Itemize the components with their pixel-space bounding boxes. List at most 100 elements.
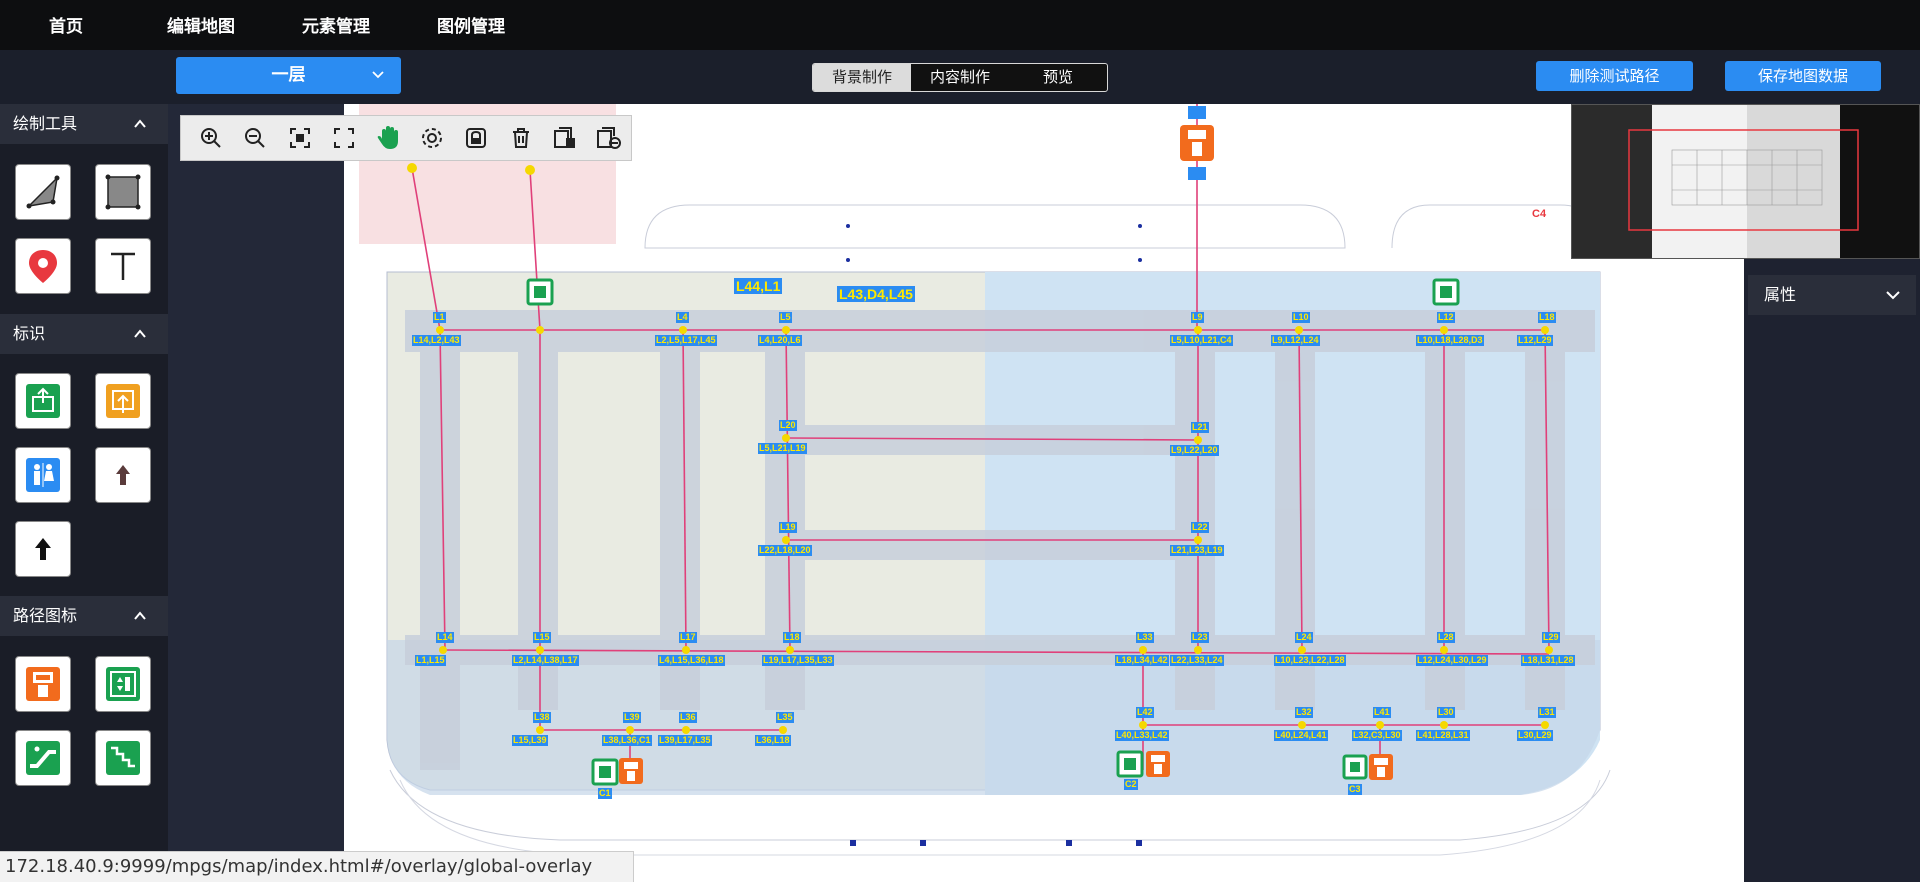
node-label: L5 <box>779 312 792 323</box>
elevator-icon <box>1180 125 1214 161</box>
node-sublabel: L18,L34,L42 <box>1115 655 1169 666</box>
label-c4: C4 <box>1532 208 1547 220</box>
path-lift[interactable] <box>95 656 151 712</box>
lift-icon <box>1432 278 1460 306</box>
layer-remove-button[interactable] <box>587 118 631 158</box>
tab-background[interactable]: 背景制作 <box>813 64 911 91</box>
label-l43-d4-l45: L43,D4,L45 <box>837 286 915 302</box>
marker-arrow-dark[interactable] <box>95 447 151 503</box>
node-sublabel: L10,L18,L28,D3 <box>1416 335 1484 346</box>
settings-button[interactable] <box>410 118 454 158</box>
delete-test-path-button[interactable]: 删除测试路径 <box>1536 61 1693 91</box>
marker-exit[interactable] <box>15 373 71 429</box>
zoom-out-button[interactable] <box>233 118 277 158</box>
node-sublabel: L1,L15 <box>415 655 446 666</box>
node-sublabel: L38,L36,C1 <box>602 735 652 746</box>
c4-bottom-tag <box>1188 167 1206 180</box>
properties-header[interactable]: 属性 <box>1748 275 1916 315</box>
node-sublabel: L30,L29 <box>1517 730 1553 741</box>
floor-plan <box>359 104 1611 856</box>
zoom-in-button[interactable] <box>189 118 233 158</box>
node-sublabel: L41,L28,L31 <box>1416 730 1470 741</box>
node-label: L42 <box>1136 707 1154 718</box>
elevator-icon <box>1146 751 1170 777</box>
node-label: L18 <box>1538 312 1556 323</box>
lock-icon <box>466 128 487 148</box>
fullscreen-button[interactable] <box>322 118 366 158</box>
map-toolbar <box>180 115 632 161</box>
pan-button[interactable] <box>366 118 410 158</box>
nav-home[interactable]: 首页 <box>49 12 83 37</box>
fit-screen-icon <box>289 128 310 148</box>
elevator-icon <box>1369 754 1393 780</box>
node-label: L9 <box>1191 312 1204 323</box>
node-label: L19 <box>779 522 797 533</box>
polygon-icon <box>26 175 60 209</box>
marker-restroom[interactable] <box>15 447 71 503</box>
rectangle-icon <box>105 174 141 210</box>
floor-select[interactable]: 一层 <box>176 57 401 94</box>
node-label: L31 <box>1538 707 1556 718</box>
draw-tools-header[interactable]: 绘制工具 <box>0 104 168 144</box>
node-label: L14 <box>436 632 454 643</box>
text-icon <box>111 252 135 280</box>
node-label: L17 <box>679 632 697 643</box>
node-sublabel: L21,L23,L19 <box>1170 545 1224 556</box>
nav-edit-map[interactable]: 编辑地图 <box>167 12 235 37</box>
chevron-up-icon <box>134 329 146 338</box>
mode-switch: 背景制作 内容制作 预览 <box>812 63 1108 92</box>
nav-element-manage[interactable]: 元素管理 <box>302 12 370 37</box>
node-sublabel: L22,L18,L20 <box>758 545 812 556</box>
status-url: 172.18.40.9:9999/mpgs/map/index.html#/ov… <box>0 851 634 882</box>
stairs-icon <box>106 741 140 775</box>
path-stairs[interactable] <box>95 730 151 786</box>
minimap[interactable] <box>1571 104 1920 259</box>
path-elevator[interactable] <box>15 656 71 712</box>
node-sublabel: L5,L21,L19 <box>758 443 807 454</box>
node-sublabel: L5,L10,L21,C4 <box>1170 335 1233 346</box>
node-label: L22 <box>1191 522 1209 533</box>
node-sublabel: L19,L17,L35,L33 <box>762 655 834 666</box>
node-sublabel: L40,L24,L41 <box>1274 730 1328 741</box>
minimap-view <box>1572 105 1919 258</box>
rectangle-tool[interactable] <box>95 164 151 220</box>
fit-screen-button[interactable] <box>277 118 321 158</box>
save-map-data-button[interactable]: 保存地图数据 <box>1725 61 1881 91</box>
lock-button[interactable] <box>454 118 498 158</box>
chevron-down-icon <box>372 71 384 79</box>
node-label: C1 <box>598 788 612 799</box>
node-sublabel: L12,L29 <box>1517 335 1553 346</box>
pan-hand-icon <box>377 126 398 149</box>
node-label: L33 <box>1136 632 1154 643</box>
copy-delete-button[interactable] <box>543 118 587 158</box>
floor-select-label: 一层 <box>271 65 306 85</box>
arrow-up-icon <box>35 538 51 560</box>
tab-preview[interactable]: 预览 <box>1009 64 1107 91</box>
c4-tag <box>1188 106 1206 119</box>
path-escalator[interactable] <box>15 730 71 786</box>
delete-button[interactable] <box>498 118 542 158</box>
node-label: L24 <box>1295 632 1313 643</box>
node-sublabel: L14,L2,L43 <box>412 335 461 346</box>
markers-header[interactable]: 标识 <box>0 314 168 354</box>
properties-title: 属性 <box>1764 285 1797 304</box>
text-tool[interactable] <box>95 238 151 294</box>
node-label: L23 <box>1191 632 1209 643</box>
marker-arrow[interactable] <box>15 521 71 577</box>
node-label: L30 <box>1437 707 1455 718</box>
path-icons-header[interactable]: 路径图标 <box>0 596 168 636</box>
node-sublabel: L18,L31,L28 <box>1521 655 1575 666</box>
node-sublabel: L9,L12,L24 <box>1271 335 1320 346</box>
nav-legend-manage[interactable]: 图例管理 <box>437 12 505 37</box>
node-sublabel: L2,L14,L38,L17 <box>512 655 579 666</box>
marker-entrance[interactable] <box>95 373 151 429</box>
marker-tool[interactable] <box>15 238 71 294</box>
node-label: L41 <box>1373 707 1391 718</box>
map-canvas[interactable]: C4 L44,L1 L43,D4,L45 L1 L14,L2,L43 L4 L2,L5… <box>344 104 1744 882</box>
tab-content[interactable]: 内容制作 <box>911 64 1009 91</box>
node-sublabel: L4,L20,L6 <box>758 335 802 346</box>
node-label: L32 <box>1295 707 1313 718</box>
draw-tools-title: 绘制工具 <box>13 114 78 133</box>
zoom-in-icon <box>201 128 221 148</box>
polygon-tool[interactable] <box>15 164 71 220</box>
